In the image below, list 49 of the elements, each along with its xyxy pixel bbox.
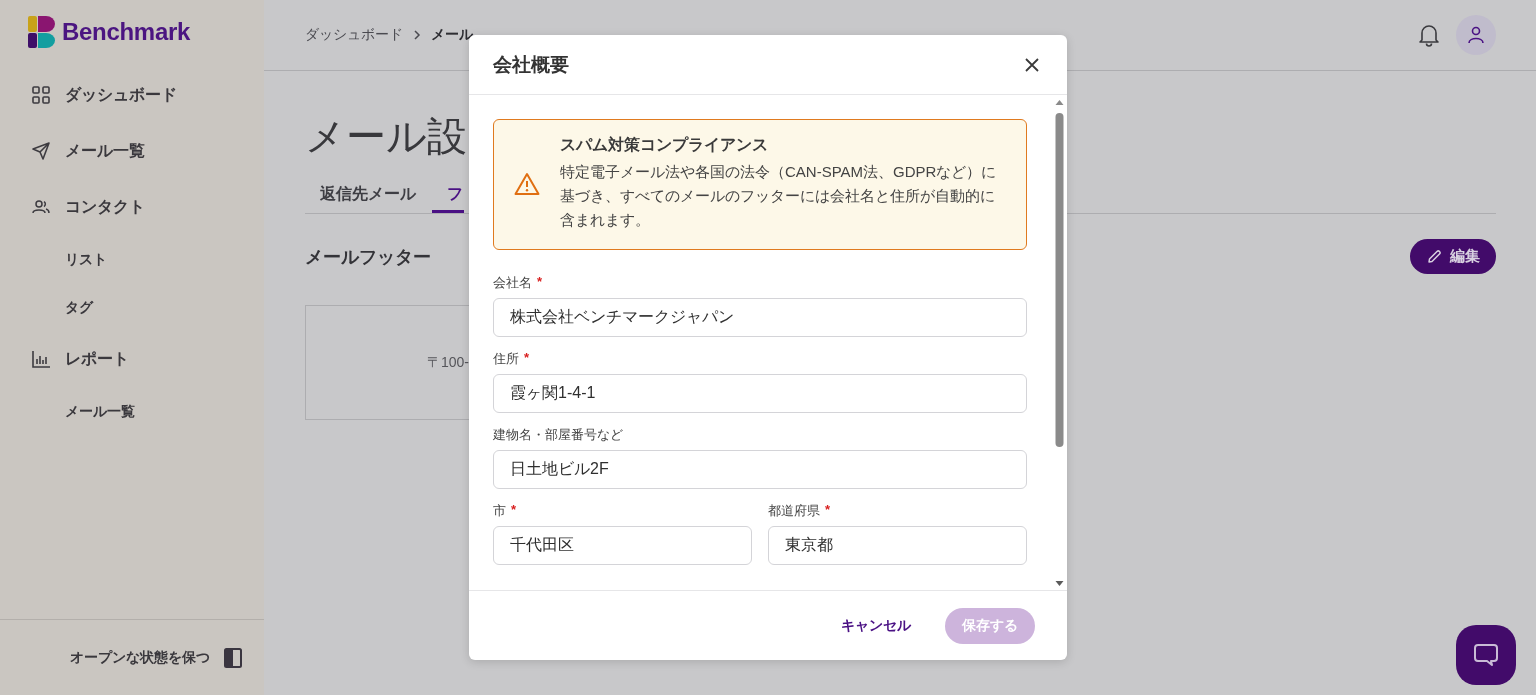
breadcrumb-item[interactable]: ダッシュボード [305, 26, 403, 44]
text-field[interactable]: 株式会社ベンチマークジャパン [493, 298, 1027, 337]
field-label: 住所 [493, 350, 519, 368]
bell-icon[interactable] [1418, 23, 1440, 47]
nav-item[interactable]: メール一覧 [0, 123, 264, 179]
chat-button[interactable] [1456, 625, 1516, 685]
dialog-title: 会社概要 [493, 52, 569, 77]
required-mark: * [537, 274, 543, 291]
paper-plane-icon [31, 141, 51, 161]
text-field[interactable]: 千代田区 [493, 526, 752, 565]
nav-item[interactable]: コンタクト [0, 179, 264, 235]
logo-icon [28, 16, 56, 48]
field-label: 市 [493, 502, 506, 520]
nav-subitem[interactable]: タグ [65, 299, 93, 316]
cancel-button[interactable]: キャンセル [841, 616, 911, 635]
required-mark: * [825, 502, 831, 519]
text-field[interactable]: 東京都 [768, 526, 1027, 565]
grid-icon [31, 85, 51, 105]
sidebar-toggle-icon[interactable] [224, 647, 242, 668]
user-avatar[interactable] [1456, 15, 1496, 55]
brand-name: Benchmark [62, 18, 191, 46]
text-field[interactable]: 霞ヶ関1-4-1 [493, 374, 1027, 413]
field-label: 都道府県 [768, 502, 820, 520]
chat-bubble-icon [1472, 641, 1500, 669]
page-title: メール設 [305, 113, 467, 160]
pencil-icon [1426, 248, 1442, 265]
section-title: メールフッター [305, 245, 431, 269]
bar-chart-icon [31, 349, 51, 369]
text-field[interactable]: 日土地ビル2F [493, 450, 1027, 489]
close-button[interactable] [1024, 56, 1040, 73]
keep-open-label: オープンな状態を保つ [70, 648, 210, 667]
nav-item[interactable]: ダッシュボード [0, 67, 264, 123]
edit-button[interactable]: 編集 [1410, 239, 1496, 274]
nav-subitem[interactable]: リスト [65, 251, 107, 268]
tab[interactable]: 返信先メール [305, 179, 417, 213]
warning-icon [514, 171, 540, 196]
field-label: 建物名・部屋番号など [493, 426, 623, 444]
field-label: 会社名 [493, 274, 532, 292]
required-mark: * [524, 350, 530, 367]
nav-subitem[interactable]: メール一覧 [65, 403, 135, 420]
alert-message: 特定電子メール法や各国の法令（CAN-SPAM法、GDPRなど）に基づき、すべてのメールのフッターには会社名と住所が自動的に含まれます。 [560, 162, 998, 230]
tab[interactable]: フ [432, 179, 464, 213]
required-mark: * [511, 502, 517, 519]
chevron-right-icon [413, 30, 421, 40]
nav-item[interactable]: レポート [0, 331, 264, 387]
breadcrumb-item: メール [431, 26, 473, 44]
alert-title: スパム対策コンプライアンス [560, 135, 769, 155]
scrollbar[interactable] [1055, 99, 1064, 587]
footer-address: 〒100- [427, 353, 470, 372]
